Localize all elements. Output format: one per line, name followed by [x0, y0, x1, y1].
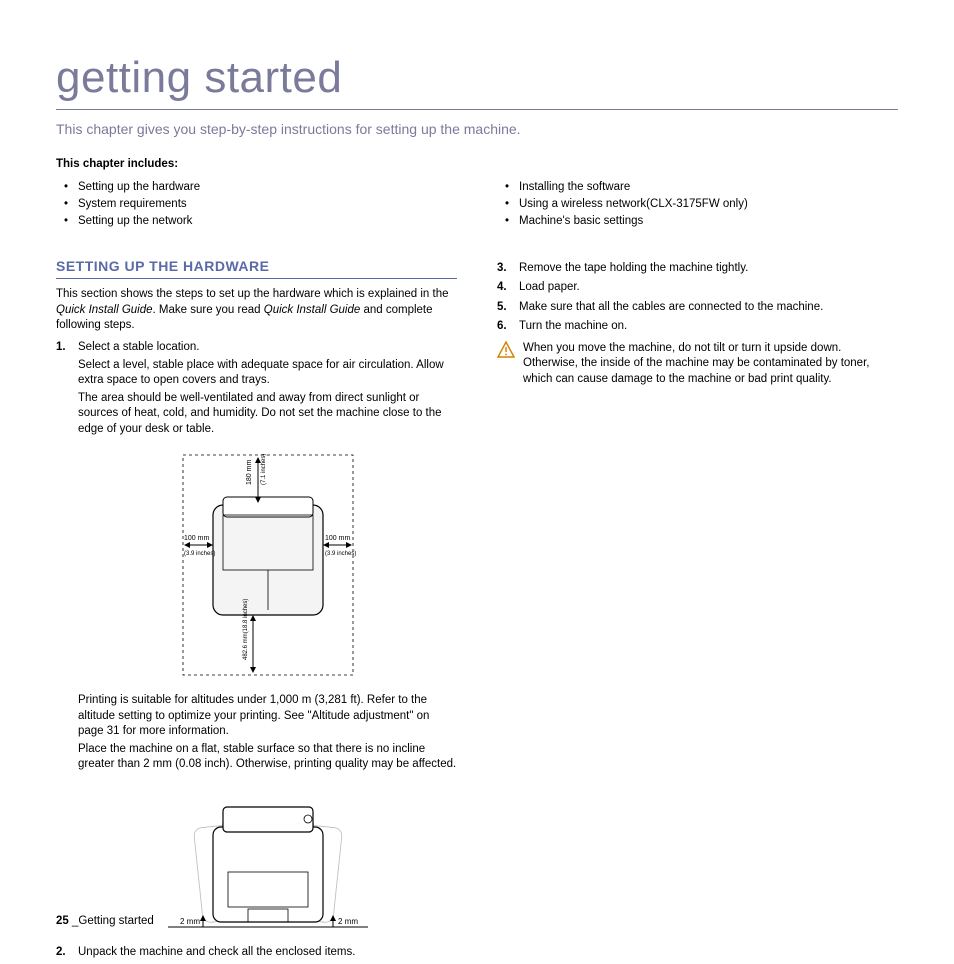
dim-top: 180 mm [246, 460, 253, 485]
left-column: SETTING UP THE HARDWARE This section sho… [56, 245, 457, 964]
right-column: Remove the tape holding the machine tigh… [497, 245, 898, 964]
step-title: Select a stable location. [78, 341, 199, 353]
dim-bottom: 482.6 mm(18.8 inches) [243, 599, 249, 660]
step-3: Remove the tape holding the machine tigh… [497, 261, 898, 277]
quick-install-guide: Quick Install Guide [56, 304, 153, 316]
toc-item: Setting up the network [56, 213, 457, 230]
step-2: Unpack the machine and check all the enc… [56, 945, 457, 961]
step-body: Select a level, stable place with adequa… [78, 358, 457, 389]
footer-sep: _ [69, 915, 79, 927]
steps-right: Remove the tape holding the machine tigh… [497, 261, 898, 335]
toc-left: Setting up the hardware System requireme… [56, 179, 457, 231]
toc-item: Setting up the hardware [56, 179, 457, 196]
page-number: 25 [56, 915, 69, 927]
section-intro: This section shows the steps to set up t… [56, 287, 457, 334]
dim-2mm-left: 2 mm [180, 917, 200, 926]
text: This section shows the steps to set up t… [56, 288, 449, 300]
dim-left: 100 mm [184, 535, 209, 542]
warning: When you move the machine, do not tilt o… [497, 341, 898, 388]
steps-left: Select a stable location. Select a level… [56, 340, 457, 960]
toc-item: System requirements [56, 196, 457, 213]
chapter-title: getting started [56, 48, 898, 110]
step-5: Make sure that all the cables are connec… [497, 300, 898, 316]
dim-top-in: (7.1 inches) [261, 454, 267, 485]
toc-right: Installing the software Using a wireless… [497, 179, 898, 231]
figure-clearance: 180 mm (7.1 inches) 100 mm (3.9 inches) … [153, 445, 383, 685]
toc-item: Machine's basic settings [497, 213, 898, 230]
step-6: Turn the machine on. [497, 319, 898, 335]
footer-label: Getting started [78, 915, 153, 927]
step-body: Place the machine on a flat, stable surf… [78, 742, 457, 773]
figure-tilt: 2 mm 2 mm [158, 777, 378, 937]
chapter-intro: This chapter gives you step-by-step inst… [56, 120, 898, 139]
toc-item: Installing the software [497, 179, 898, 196]
page-footer: 25 _Getting started [56, 914, 154, 930]
warning-text: When you move the machine, do not tilt o… [523, 341, 898, 388]
text: . Make sure you read [153, 304, 264, 316]
dim-2mm-right: 2 mm [338, 917, 358, 926]
warning-icon [497, 341, 515, 388]
quick-install-guide: Quick Install Guide [264, 304, 361, 316]
dim-left-in: (3.9 inches) [184, 551, 215, 557]
includes-label: This chapter includes: [56, 157, 898, 173]
dim-right: 100 mm [325, 535, 350, 542]
step-body: The area should be well-ventilated and a… [78, 391, 457, 438]
dim-right-in: (3.9 inches) [325, 551, 356, 557]
section-heading: SETTING UP THE HARDWARE [56, 257, 457, 280]
step-1: Select a stable location. Select a level… [56, 340, 457, 937]
toc-item: Using a wireless network(CLX-3175FW only… [497, 196, 898, 213]
step-body: Printing is suitable for altitudes under… [78, 693, 457, 740]
step-4: Load paper. [497, 280, 898, 296]
toc-columns: Setting up the hardware System requireme… [56, 179, 898, 245]
content-columns: SETTING UP THE HARDWARE This section sho… [56, 245, 898, 964]
